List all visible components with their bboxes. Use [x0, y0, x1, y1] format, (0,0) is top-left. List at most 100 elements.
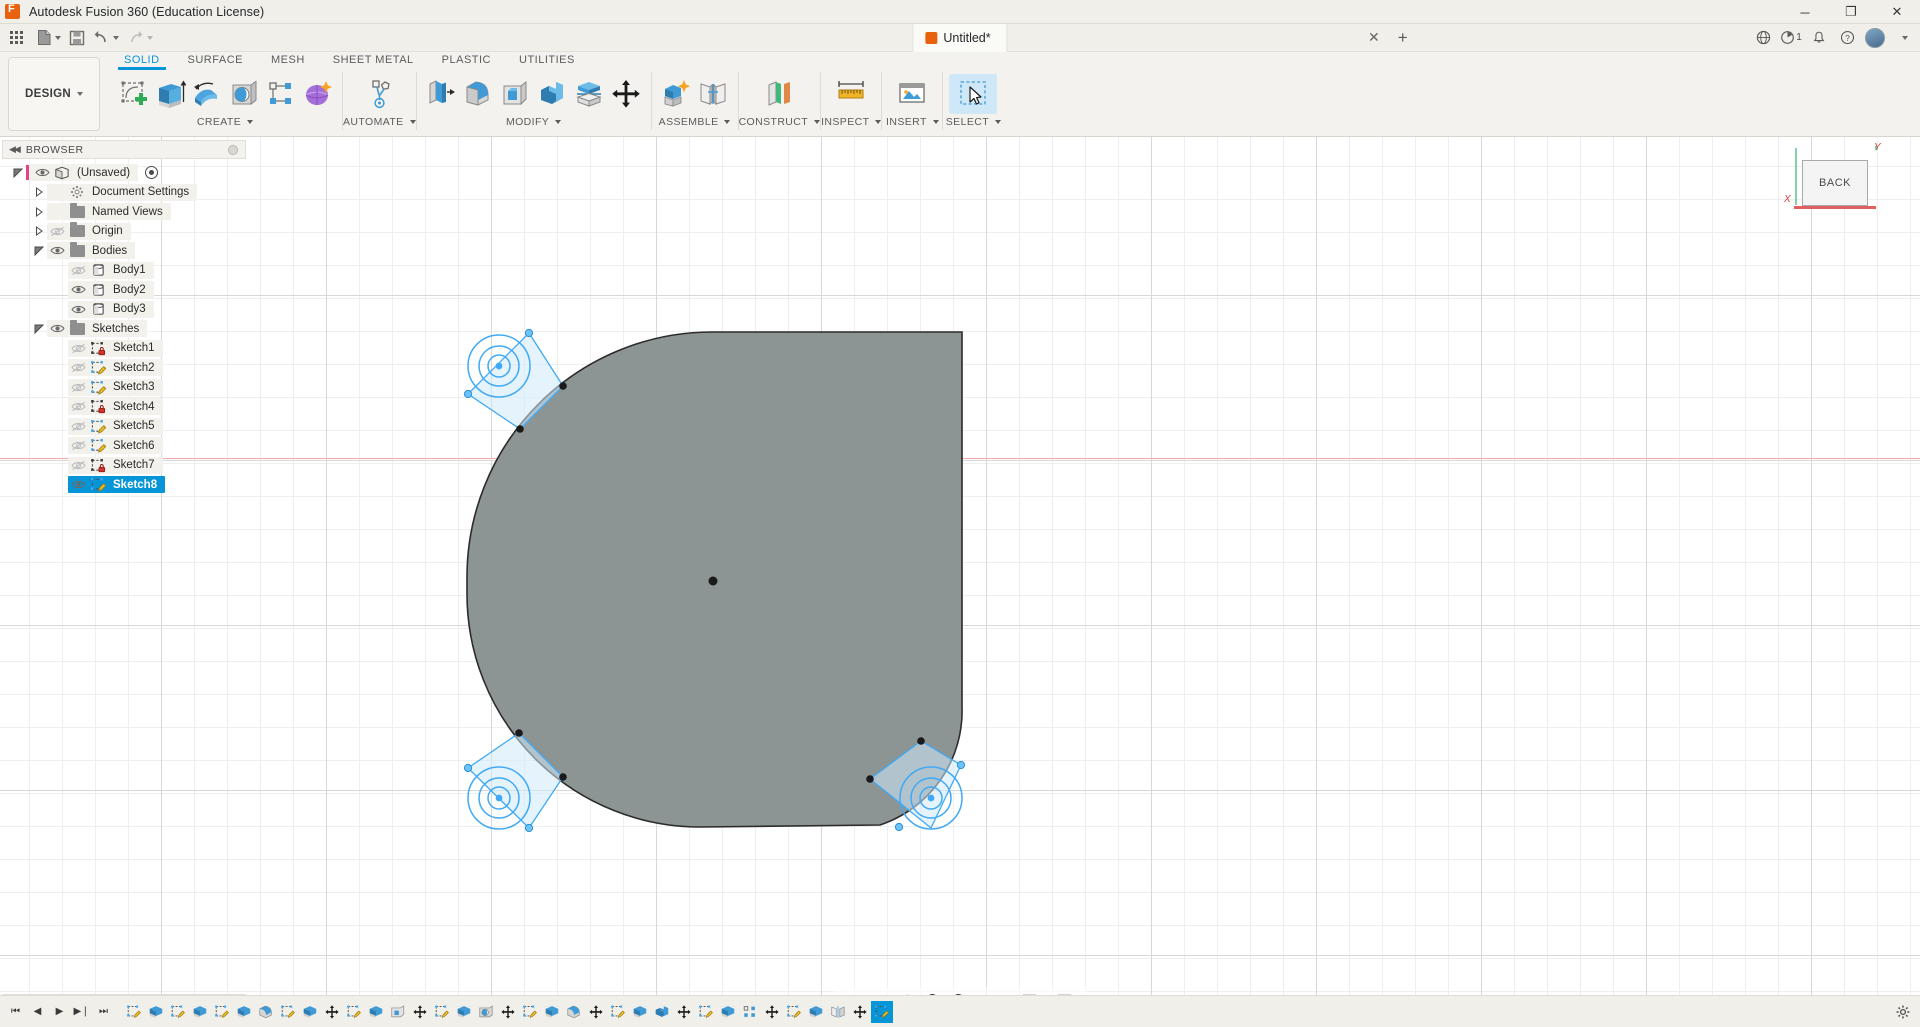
- timeline-node-13[interactable]: [387, 1001, 409, 1023]
- split-face-button[interactable]: [571, 74, 608, 114]
- press-pull-button[interactable]: [423, 74, 460, 114]
- browser-row-sketch1[interactable]: Sketch1: [0, 339, 248, 359]
- app-grid-icon[interactable]: [0, 24, 33, 52]
- fillet-button[interactable]: [460, 74, 497, 114]
- collapse-triangle-icon[interactable]: [31, 320, 47, 337]
- panel-select-caret[interactable]: [995, 120, 1001, 124]
- visibility-eye-hidden-icon[interactable]: [68, 340, 88, 357]
- browser-row-sketch6[interactable]: Sketch6: [0, 436, 248, 456]
- panel-modify-caret[interactable]: [555, 120, 561, 124]
- panel-assemble-caret[interactable]: [724, 120, 730, 124]
- timeline-node-16[interactable]: [453, 1001, 475, 1023]
- panel-assemble-label[interactable]: ASSEMBLE: [659, 114, 731, 130]
- panel-settings-icon[interactable]: [228, 145, 238, 155]
- row-chip[interactable]: Bodies: [47, 242, 135, 259]
- collapse-triangle-icon[interactable]: [31, 242, 47, 259]
- timeline-node-9[interactable]: [299, 1001, 321, 1023]
- timeline-node-8[interactable]: [277, 1001, 299, 1023]
- row-chip[interactable]: Document Settings: [47, 184, 197, 201]
- extrude-button[interactable]: [151, 74, 188, 114]
- close-button[interactable]: ✕: [1874, 0, 1920, 24]
- timeline-node-34[interactable]: [849, 1001, 871, 1023]
- timeline-node-18[interactable]: [497, 1001, 519, 1023]
- hole-button[interactable]: [225, 74, 262, 114]
- create-form-button[interactable]: [299, 74, 336, 114]
- timeline-node-22[interactable]: [585, 1001, 607, 1023]
- offset-plane-button[interactable]: [752, 74, 806, 114]
- panel-inspect-label[interactable]: INSPECT: [821, 114, 881, 130]
- browser-row-sketch7[interactable]: Sketch7: [0, 456, 248, 476]
- browser-row-sketch4[interactable]: Sketch4: [0, 397, 248, 417]
- timeline-node-17[interactable]: [475, 1001, 497, 1023]
- browser-row-body1[interactable]: Body1: [0, 261, 248, 281]
- timeline-node-20[interactable]: [541, 1001, 563, 1023]
- timeline-node-2[interactable]: [145, 1001, 167, 1023]
- job-status-icon[interactable]: 1: [1778, 26, 1804, 50]
- visibility-eye-icon[interactable]: [68, 281, 88, 298]
- timeline-node-31[interactable]: [783, 1001, 805, 1023]
- add-tab-icon[interactable]: +: [1390, 26, 1416, 50]
- jump-start-button[interactable]: ⏮: [6, 1001, 25, 1023]
- panel-create-caret[interactable]: [247, 120, 253, 124]
- create-sketch-button[interactable]: [114, 74, 151, 114]
- visibility-eye-hidden-icon[interactable]: [68, 457, 88, 474]
- browser-row-origin[interactable]: Origin: [0, 222, 248, 242]
- visibility-eye-icon[interactable]: [47, 320, 67, 337]
- browser-row-sketch2[interactable]: Sketch2: [0, 358, 248, 378]
- play-button[interactable]: ▶: [50, 1001, 69, 1023]
- user-avatar[interactable]: [1862, 26, 1888, 50]
- undo-button[interactable]: [89, 24, 123, 52]
- timeline-node-32[interactable]: [805, 1001, 827, 1023]
- row-chip[interactable]: Body2: [68, 281, 154, 298]
- visibility-eye-icon[interactable]: [68, 301, 88, 318]
- notifications-bell-icon[interactable]: [1806, 26, 1832, 50]
- design-canvas[interactable]: [0, 137, 1920, 1021]
- view-cube[interactable]: BACK Y X: [1768, 142, 1898, 252]
- timeline-node-29[interactable]: [739, 1001, 761, 1023]
- row-chip[interactable]: Sketch4: [68, 398, 163, 415]
- user-menu-caret[interactable]: [1890, 26, 1916, 50]
- timeline-node-35[interactable]: [871, 1001, 893, 1023]
- step-forward-button[interactable]: ▶❘: [72, 1001, 91, 1023]
- undo-dropdown-caret[interactable]: [113, 36, 119, 40]
- timeline-node-6[interactable]: [233, 1001, 255, 1023]
- timeline-node-19[interactable]: [519, 1001, 541, 1023]
- expand-triangle-icon[interactable]: [31, 203, 47, 220]
- workspace-dropdown-caret[interactable]: [77, 92, 83, 96]
- timeline-node-5[interactable]: [211, 1001, 233, 1023]
- timeline-node-12[interactable]: [365, 1001, 387, 1023]
- timeline-node-26[interactable]: [673, 1001, 695, 1023]
- timeline-node-14[interactable]: [409, 1001, 431, 1023]
- save-button[interactable]: [65, 24, 89, 52]
- step-back-button[interactable]: ◀: [28, 1001, 47, 1023]
- timeline-node-33[interactable]: [827, 1001, 849, 1023]
- browser-row-document-settings[interactable]: Document Settings: [0, 183, 248, 203]
- row-chip[interactable]: Sketch2: [68, 359, 163, 376]
- timeline-node-28[interactable]: [717, 1001, 739, 1023]
- visibility-eye-icon[interactable]: [47, 242, 67, 259]
- timeline-node-21[interactable]: [563, 1001, 585, 1023]
- jump-end-button[interactable]: ⏭: [94, 1001, 113, 1023]
- browser-row-sketch8[interactable]: Sketch8: [0, 475, 248, 495]
- browser-row-sketch5[interactable]: Sketch5: [0, 417, 248, 437]
- automated-modeling-button[interactable]: [356, 74, 402, 114]
- insert-derive-button[interactable]: [888, 74, 936, 114]
- browser-row-sketches[interactable]: Sketches: [0, 319, 248, 339]
- row-chip[interactable]: Body1: [68, 262, 154, 279]
- select-button[interactable]: [949, 74, 997, 114]
- revolve-button[interactable]: [188, 74, 225, 114]
- help-globe-icon[interactable]: [1750, 26, 1776, 50]
- visibility-eye-hidden-icon[interactable]: [68, 437, 88, 454]
- row-chip[interactable]: Sketches: [47, 320, 147, 337]
- row-chip[interactable]: Sketch5: [68, 418, 163, 435]
- panel-insert-caret[interactable]: [933, 120, 939, 124]
- browser-row-bodies[interactable]: Bodies: [0, 241, 248, 261]
- timeline-node-25[interactable]: [651, 1001, 673, 1023]
- new-component-button[interactable]: [658, 74, 695, 114]
- panel-select-label[interactable]: SELECT: [946, 114, 1001, 130]
- timeline-node-10[interactable]: [321, 1001, 343, 1023]
- browser-row-body3[interactable]: Body3: [0, 300, 248, 320]
- timeline-node-11[interactable]: [343, 1001, 365, 1023]
- new-document-dropdown-caret[interactable]: [55, 36, 61, 40]
- collapse-triangle-icon[interactable]: [10, 164, 26, 181]
